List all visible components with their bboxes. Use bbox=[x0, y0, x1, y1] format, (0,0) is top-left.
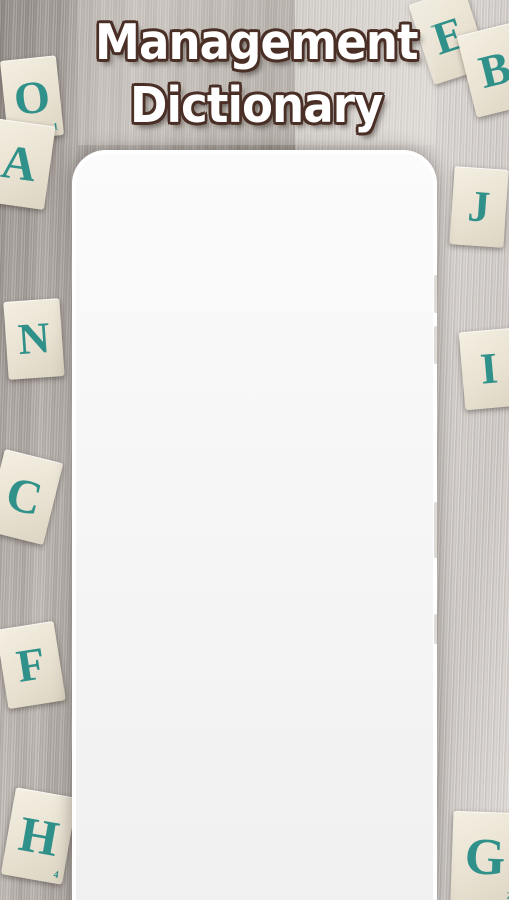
list-item[interactable]: Accelerator bbox=[85, 597, 424, 649]
scrabble-tile-I: I bbox=[458, 327, 509, 411]
phone-device: DICTIONARY AIDA Abilene Paradox Above Th… bbox=[72, 150, 437, 900]
dictionary-list[interactable]: AIDA Abilene Paradox Above The Line Abso… bbox=[76, 286, 433, 858]
bottom-navigation-bar: DICTIONARY bbox=[76, 858, 433, 900]
list-item[interactable]: Abstract bbox=[85, 536, 424, 588]
app-bar: DICTIONARY bbox=[76, 214, 433, 286]
proximity-sensor-icon bbox=[312, 172, 318, 192]
tile-letter: J bbox=[466, 181, 492, 232]
book-icon bbox=[103, 866, 120, 890]
list-item-label: Acceptance Bonus bbox=[99, 674, 239, 693]
volume-up-button[interactable] bbox=[434, 275, 437, 313]
scrabble-tile-N: N bbox=[3, 298, 65, 380]
list-item-label: Absolute Advantage bbox=[99, 491, 248, 510]
nav-item-help[interactable] bbox=[147, 859, 218, 900]
promo-title-banner: Management Dictionary bbox=[78, 0, 435, 145]
gear-icon bbox=[386, 874, 407, 895]
list-item[interactable]: Absolute Advantage bbox=[85, 475, 424, 527]
list-item-label: Accelerator bbox=[99, 613, 184, 632]
promo-title-line-1: Management bbox=[95, 13, 419, 71]
tile-letter: O bbox=[11, 70, 53, 125]
nav-item-add[interactable] bbox=[219, 859, 290, 900]
app-promo-screenshot: O 1 A N C F H 4 E B 3 J I G 2 Management… bbox=[0, 0, 509, 900]
nav-item-settings[interactable] bbox=[362, 859, 433, 900]
tile-letter: B bbox=[473, 41, 509, 98]
list-item[interactable]: Acceptance Bonus bbox=[85, 658, 424, 710]
scrabble-tile-J: J bbox=[449, 166, 509, 248]
tile-letter: C bbox=[0, 466, 48, 527]
scrabble-tile-G: G 2 bbox=[450, 810, 509, 900]
tile-number: 4 bbox=[52, 869, 60, 881]
power-button[interactable] bbox=[434, 502, 437, 558]
tile-letter: I bbox=[478, 343, 500, 394]
search-icon bbox=[396, 242, 413, 259]
list-item-label: Abilene Paradox bbox=[99, 369, 222, 388]
help-circle-icon bbox=[172, 873, 194, 895]
tile-letter: G bbox=[463, 828, 507, 887]
tile-letter: N bbox=[16, 312, 52, 365]
phone-screen: DICTIONARY AIDA Abilene Paradox Above Th… bbox=[76, 214, 433, 900]
list-item-label: Accretion bbox=[99, 796, 169, 815]
list-item[interactable]: Abilene Paradox bbox=[85, 353, 424, 405]
nav-item-dictionary-label: DICTIONARY bbox=[76, 891, 147, 900]
side-slot bbox=[434, 614, 437, 644]
nav-item-favorites[interactable] bbox=[290, 859, 361, 900]
heart-icon bbox=[316, 875, 336, 894]
phone-top-hardware bbox=[72, 150, 437, 214]
tile-letter: A bbox=[0, 134, 40, 193]
volume-down-button[interactable] bbox=[434, 326, 437, 364]
speaker-grille-icon bbox=[160, 174, 302, 190]
list-item-label: Abstract bbox=[99, 552, 161, 571]
list-item[interactable]: Accretion bbox=[85, 780, 424, 832]
add-square-icon bbox=[246, 874, 264, 894]
list-item[interactable]: AIDA bbox=[85, 292, 424, 344]
nav-item-dictionary[interactable]: DICTIONARY bbox=[76, 859, 147, 900]
promo-title-line-2: Dictionary bbox=[130, 76, 383, 134]
list-item-label: AIDA bbox=[99, 308, 138, 327]
tile-letter: F bbox=[13, 637, 49, 692]
list-item-label: Above The Line bbox=[99, 430, 216, 449]
search-button[interactable] bbox=[393, 239, 415, 261]
tile-letter: H bbox=[14, 805, 64, 867]
app-bar-title: DICTIONARY bbox=[92, 239, 212, 260]
list-item[interactable]: Accounts bbox=[85, 719, 424, 771]
list-item-label: Accounts bbox=[99, 735, 168, 754]
list-item[interactable]: Above The Line bbox=[85, 414, 424, 466]
front-camera-icon bbox=[328, 171, 349, 193]
